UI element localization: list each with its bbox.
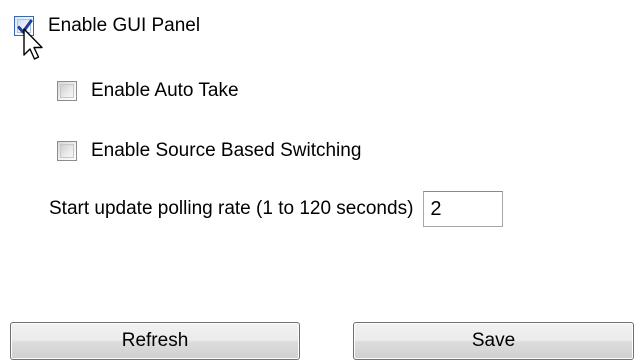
save-button[interactable]: Save <box>353 322 634 360</box>
enable-auto-take-row: Enable Auto Take <box>57 80 239 102</box>
polling-rate-row: Start update polling rate (1 to 120 seco… <box>49 191 504 227</box>
enable-auto-take-checkbox[interactable] <box>57 81 77 101</box>
enable-source-based-switching-row: Enable Source Based Switching <box>57 140 361 162</box>
refresh-button[interactable]: Refresh <box>10 322 300 360</box>
checkmark-icon <box>17 19 33 34</box>
enable-gui-panel-checkbox[interactable] <box>14 16 34 36</box>
enable-source-based-switching-checkbox[interactable] <box>57 141 77 161</box>
enable-gui-panel-row: Enable GUI Panel <box>14 15 200 37</box>
settings-panel: Enable GUI Panel Enable Auto Take Enable… <box>0 0 636 360</box>
enable-source-based-switching-label: Enable Source Based Switching <box>91 140 362 161</box>
enable-auto-take-label: Enable Auto Take <box>91 80 239 101</box>
polling-rate-label: Start update polling rate (1 to 120 seco… <box>49 198 414 219</box>
polling-rate-input[interactable] <box>423 191 504 227</box>
enable-gui-panel-label: Enable GUI Panel <box>48 15 201 36</box>
